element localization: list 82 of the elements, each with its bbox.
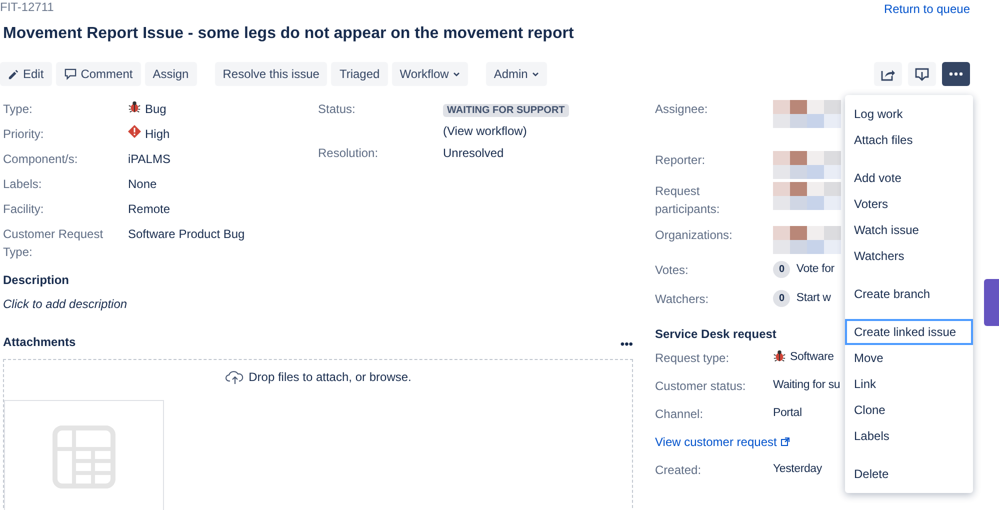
toolbar-button[interactable]: Triaged: [331, 62, 388, 86]
field-label: Type:: [3, 102, 32, 116]
count-badge: 0: [773, 261, 790, 278]
field-label: Votes:: [655, 263, 688, 277]
menu-item[interactable]: Log work: [845, 101, 973, 127]
field-label: Component/s:: [3, 152, 78, 166]
issue-title: Movement Report Issue - some legs do not appear on the movement report: [3, 24, 575, 44]
field-value: Bug: [145, 101, 166, 118]
menu-item[interactable]: Move: [845, 345, 973, 371]
drop-files-text: Drop files to attach, or browse.: [248, 369, 412, 386]
spreadsheet-icon: [52, 425, 116, 490]
field-label: Labels:: [3, 177, 42, 191]
field-label: Created:: [655, 463, 702, 478]
menu-item[interactable]: Create branch: [845, 281, 973, 307]
toolbar-button[interactable]: Assign: [144, 62, 197, 86]
return-link[interactable]: Return to queue: [884, 0, 970, 18]
field-link[interactable]: Start w: [796, 290, 831, 308]
share-button[interactable]: [874, 62, 902, 86]
field-value: High: [145, 126, 170, 143]
toolbar-button[interactable]: Workflow: [392, 62, 468, 86]
field-value: None: [128, 176, 157, 193]
bug-icon: [773, 349, 786, 362]
field-value: Software Product Bug: [128, 226, 245, 243]
menu-item[interactable]: Attach files: [845, 127, 973, 153]
priority-icon: [128, 125, 141, 138]
download-button[interactable]: [908, 62, 936, 86]
menu-item[interactable]: Clone: [845, 397, 973, 423]
field-label: Request participants:: [655, 183, 721, 218]
field-label: Channel:: [655, 407, 704, 422]
menu-item[interactable]: Create linked issue: [845, 319, 973, 345]
field-value: Waiting for su: [773, 378, 840, 394]
field-value: Yesterday: [773, 462, 822, 478]
field-value: Portal: [773, 406, 802, 422]
field-label: Organizations:: [655, 227, 732, 244]
status-lozenge: WAITING FOR SUPPORT: [443, 104, 569, 117]
menu-item[interactable]: Watch issue: [845, 217, 973, 243]
field-label: Reporter:: [655, 152, 706, 169]
field-label: Request type:: [655, 351, 730, 366]
issue-key: FIT-12711: [0, 0, 54, 14]
pencil-icon: [8, 68, 19, 80]
field-label: Assignee:: [655, 101, 708, 118]
field-value: Remote: [128, 201, 170, 218]
section-heading: Service Desk request: [655, 327, 776, 342]
more-button[interactable]: [942, 62, 970, 86]
upload-cloud-icon: [224, 370, 245, 385]
browse-link[interactable]: browse: [369, 370, 408, 384]
section-heading: Description: [3, 273, 70, 288]
menu-item[interactable]: Add vote: [845, 165, 973, 191]
menu-item[interactable]: Voters: [845, 191, 973, 217]
attachment-thumbnail[interactable]: [4, 400, 164, 510]
field-label: Priority:: [3, 127, 44, 141]
field-value: Unresolved: [443, 145, 504, 162]
more-icon: [949, 72, 963, 76]
field-label: Customer status:: [655, 379, 746, 394]
menu-item[interactable]: Labels: [845, 423, 973, 449]
customer-request-link[interactable]: View customer request: [655, 433, 790, 462]
toolbar-button[interactable]: Admin: [486, 62, 547, 86]
toolbar-button[interactable]: Comment: [56, 62, 141, 86]
count-badge: 0: [773, 290, 790, 307]
section-heading: Attachments: [3, 335, 76, 352]
description-placeholder[interactable]: Click to add description: [3, 295, 655, 314]
menu-item[interactable]: Delete: [845, 461, 973, 487]
more-menu-button[interactable]: •••: [620, 335, 633, 354]
workflow-text: (View workflow): [443, 123, 528, 140]
field-link[interactable]: Vote for: [796, 261, 834, 278]
menu-item[interactable]: Link: [845, 371, 973, 397]
external-link-icon: [780, 437, 790, 446]
workflow-link[interactable]: View workflow: [447, 124, 523, 138]
share-icon: [881, 68, 895, 80]
field-label: Facility:: [3, 202, 44, 216]
toolbar-button[interactable]: Edit: [0, 62, 52, 86]
field-link[interactable]: iPALMS: [128, 150, 170, 168]
menu-item[interactable]: Watchers: [845, 243, 973, 269]
field-label: Customer Request Type:: [3, 227, 104, 259]
bug-icon: [128, 100, 141, 113]
field-label: Resolution:: [318, 146, 378, 160]
toolbar-button[interactable]: Resolve this issue: [214, 62, 328, 86]
download-icon: [915, 68, 929, 80]
field-label: Status:: [318, 102, 356, 116]
speech-bubble-icon: [64, 68, 77, 80]
field-value: Software: [790, 350, 834, 366]
field-label: Watchers:: [655, 292, 709, 306]
